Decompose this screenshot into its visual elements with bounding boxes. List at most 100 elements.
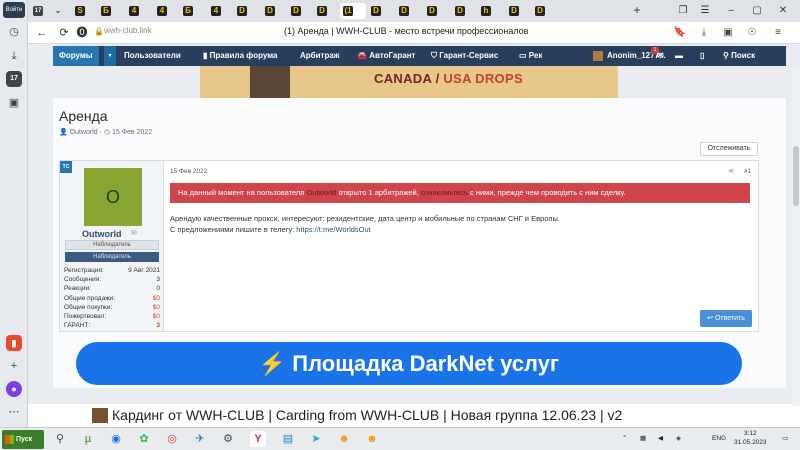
clock-time[interactable]: 3:12 [744,430,757,437]
browser-tab[interactable]: D [288,3,310,19]
follow-button[interactable]: Отслеживать [700,142,758,156]
warning-user-link[interactable]: Outworld [306,188,336,197]
nav-ads[interactable]: ▭ Рек [519,46,542,66]
tab-list-button[interactable]: ⌄ [50,3,64,19]
settings-icon[interactable]: ⚙ [220,431,236,447]
new-tab-button[interactable]: + [630,4,644,18]
back-icon[interactable]: ← [34,25,50,41]
tab-counter[interactable]: 17 [30,3,48,19]
tabs-overview-icon[interactable]: ❐ [674,2,692,20]
share-icon[interactable]: ⋖ [728,167,734,175]
reload-icon[interactable]: ⟳ [56,25,72,41]
close-window-button[interactable]: ✕ [774,2,792,20]
browser-tab[interactable]: 4 [154,3,176,19]
page-scrollbar[interactable] [792,66,800,406]
browser-tab[interactable]: 4 [126,3,148,19]
chrome-icon[interactable]: ◎ [164,431,180,447]
browser-tab[interactable]: D [368,3,390,19]
volume-icon[interactable]: ◀ [658,434,663,442]
history-icon[interactable]: ◷ [6,24,22,40]
browser-tab[interactable]: Б [98,3,120,19]
tab-favicon-icon: D [399,6,409,16]
browser-tab[interactable]: S [72,3,94,19]
nav-autogarant[interactable]: 🚘 АвтоГарант [357,46,415,66]
network-tool-icon[interactable]: ✈ [192,431,208,447]
browser-tab[interactable]: D [262,3,284,19]
browser-tab[interactable]: D [396,3,418,19]
browser-tab[interactable]: D [506,3,528,19]
nav-forums-dropdown[interactable]: ▾ [104,46,116,66]
extension-icon[interactable]: ▣ [720,25,736,41]
stat-row: Реакции: 0 [64,285,160,293]
username[interactable]: Outworld [82,229,122,239]
darknet-ad-banner[interactable]: ⚡ Площадка DarkNet услуг [76,342,742,385]
tray-chevron-icon[interactable]: ⌃ [622,434,627,442]
thread-author[interactable]: Outworld [70,129,98,136]
browser-tab[interactable]: Б [180,3,202,19]
profile-button[interactable]: Войти [3,2,25,18]
browser-tab[interactable]: D [424,3,446,19]
user-avatar-small[interactable] [593,51,603,61]
browser-tab[interactable]: D [532,3,554,19]
yandex-browser-icon[interactable]: Y [250,431,266,447]
browser-tab[interactable]: D [314,3,336,19]
calendar-icon[interactable]: 17 [6,71,22,87]
post-date[interactable]: 15 Фев 2022 [170,168,207,175]
page-title: (1) Аренда | WWH-CLUB - место встречи пр… [284,26,529,36]
telegram-link[interactable]: https://t.me/WorldsOut [296,225,370,234]
menu-icon[interactable]: ≡ [770,25,786,41]
more-icon[interactable]: ⋯ [6,404,22,420]
nav-forums[interactable]: Форумы [53,46,99,66]
browser-tab[interactable]: 4 [208,3,230,19]
language-indicator[interactable]: ENG [712,435,726,442]
notifications-icon[interactable]: ▭ [782,434,788,442]
notepad-icon[interactable]: ▤ [280,431,296,447]
start-button[interactable]: Пуск [2,430,44,449]
screens-icon[interactable]: ▣ [6,95,22,111]
alerts-icon[interactable]: ▬ [675,46,683,66]
nav-rules[interactable]: ▮ Правила форума [203,46,277,66]
sync-icon[interactable]: ☉ [744,25,760,41]
warning-review-link[interactable]: ознакомьтесь [421,188,468,197]
forum-nav: Форумы ▾ Пользователи ▮ Правила форума А… [53,46,786,66]
user-group-badge: Наблюдатель [65,252,159,262]
message-icon[interactable]: ✉ [131,229,137,237]
telegram-icon[interactable]: ➤ [308,431,324,447]
emoji-app-icon[interactable]: ☻ [336,431,352,447]
bottom-ad-banner[interactable]: Кардинг от WWH-CLUB | Carding from WWH-C… [28,404,800,427]
search-icon[interactable]: ⚲ [52,431,68,447]
nav-search[interactable]: ⚲ Поиск [723,46,755,66]
network-icon[interactable]: ▦ [640,434,646,442]
clock-date[interactable]: 31.05.2023 [734,439,767,446]
tray-app-icon[interactable]: ◈ [676,434,681,442]
yandex-icon[interactable]: ⓿ [74,25,90,41]
url-field[interactable]: wwh-club.link [104,26,152,35]
browser-tab[interactable]: h [478,3,500,19]
avatar[interactable]: O [84,168,142,226]
nav-arbitration[interactable]: Арбитраж [300,46,339,66]
inbox-icon[interactable]: ✉ [657,46,664,66]
browser-tab[interactable]: D [234,3,256,19]
drops-banner[interactable]: CANADA / USA DROPS [200,66,618,98]
add-icon[interactable]: + [6,358,22,374]
downloads-icon[interactable]: ⤓ [6,48,22,64]
icq-icon[interactable]: ✿ [136,431,152,447]
bookmark-icon[interactable]: 🔖 [672,25,688,41]
bookmarks-icon[interactable]: ☰ [696,2,714,20]
reply-button[interactable]: ↩ Ответить [700,310,752,327]
chat-icon[interactable]: ◉ [108,431,124,447]
emoji-app-2-icon[interactable]: ☻ [364,431,380,447]
nav-ticket[interactable]: ▯ [700,46,704,66]
nav-garant-service[interactable]: ⛉ Гарант-Сервис [431,46,498,66]
browser-tab[interactable]: (1 [340,3,366,19]
browser-tab[interactable]: D [452,3,474,19]
post-number[interactable]: #1 [744,168,751,175]
scrollbar-thumb[interactable] [793,146,799,206]
downloads-icon[interactable]: ⤓ [696,25,712,41]
minimize-button[interactable]: – [722,2,740,20]
utorrent-icon[interactable]: µ [80,431,96,447]
market-icon[interactable]: ▮ [6,335,22,351]
alice-icon[interactable]: ● [6,381,22,397]
maximize-button[interactable]: ▢ [748,2,766,20]
nav-users[interactable]: Пользователи [124,46,181,66]
